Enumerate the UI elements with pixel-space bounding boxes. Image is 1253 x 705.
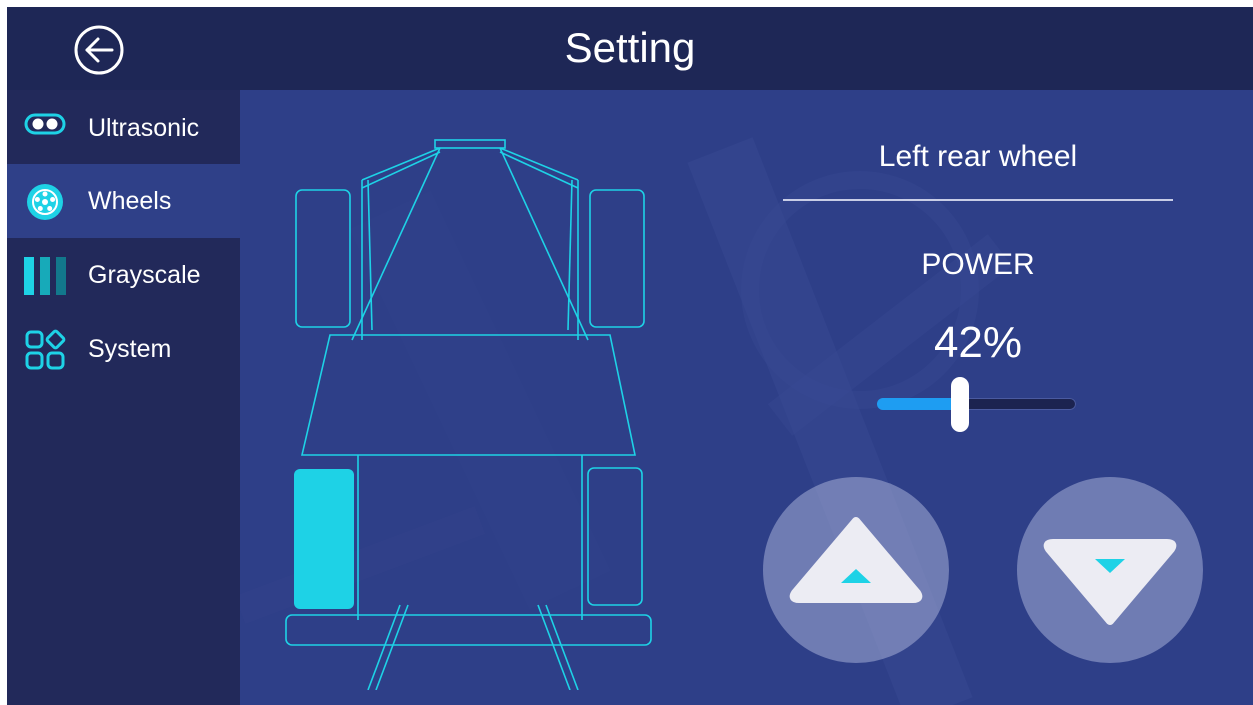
system-icon — [25, 329, 66, 370]
app-window: Setting Ultrasonic Wheels Grayscale Syst… — [7, 7, 1253, 705]
car-chassis-diagram — [285, 139, 652, 690]
wheel-icon — [27, 184, 63, 220]
sidebar-item-label: Ultrasonic — [88, 114, 200, 142]
power-label: POWER — [921, 248, 1035, 281]
sidebar: Ultrasonic Wheels Grayscale System — [7, 90, 240, 705]
sidebar-item-grayscale[interactable]: Grayscale — [7, 238, 240, 312]
sidebar-item-system[interactable]: System — [7, 312, 240, 386]
sidebar-item-label: Wheels — [88, 187, 172, 215]
selected-wheel-title: Left rear wheel — [878, 140, 1078, 173]
wheels-panel: Left rear wheel POWER 42% — [240, 90, 1253, 705]
page-title: Setting — [564, 24, 696, 71]
selected-wheel-highlight[interactable] — [294, 469, 354, 609]
sidebar-item-wheels[interactable]: Wheels — [7, 164, 240, 238]
decrease-power-button[interactable] — [1017, 477, 1203, 663]
power-slider-fill — [877, 398, 961, 410]
triangle-down-icon — [1043, 539, 1177, 625]
triangle-up-icon — [789, 517, 923, 603]
increase-power-button[interactable] — [763, 477, 949, 663]
power-slider[interactable] — [877, 398, 1076, 410]
power-value: 42% — [933, 318, 1023, 367]
grayscale-icon — [24, 257, 66, 295]
divider — [783, 199, 1173, 201]
sidebar-item-ultrasonic[interactable]: Ultrasonic — [7, 90, 240, 164]
power-slider-handle[interactable] — [951, 377, 969, 432]
sidebar-item-label: Grayscale — [88, 261, 201, 289]
header-bar: Setting — [7, 7, 1253, 90]
ultrasonic-icon — [24, 113, 66, 135]
sidebar-item-label: System — [88, 335, 172, 363]
